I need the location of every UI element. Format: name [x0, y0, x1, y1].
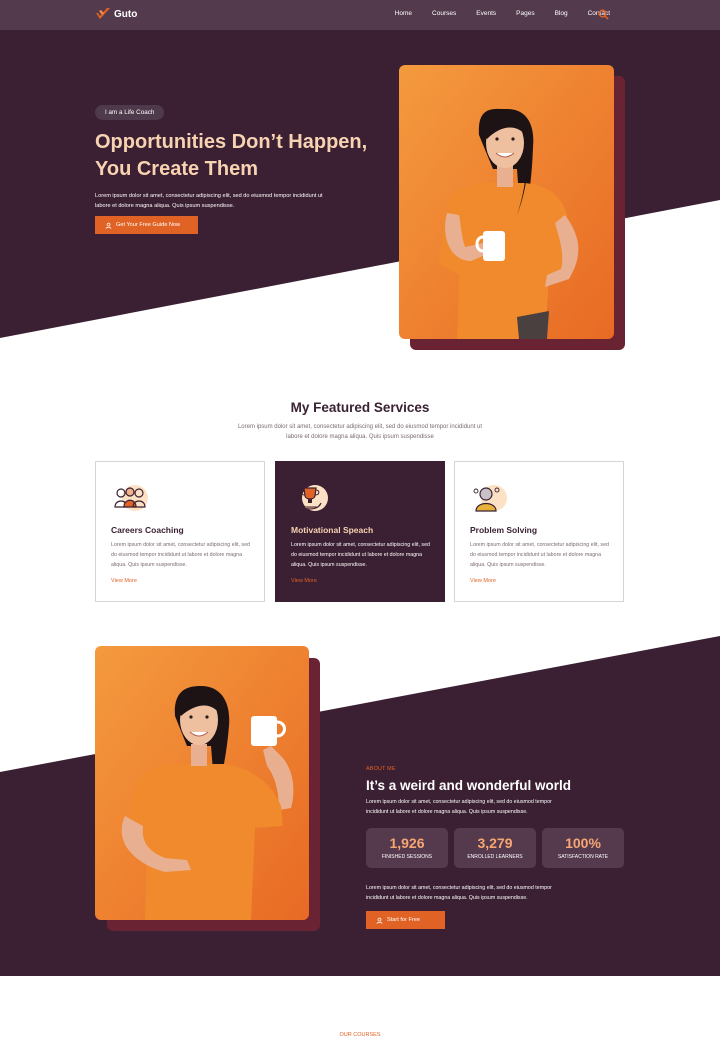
team-icon [114, 485, 148, 511]
start-for-free-label: Start for Free [387, 917, 420, 923]
stats-row: 1,926 FINISHED SESSIONS 3,279 ENROLLED L… [366, 828, 624, 868]
stat-enrolled-learners: 3,279 ENROLLED LEARNERS [454, 828, 536, 868]
hero-badge: I am a Life Coach [95, 105, 165, 120]
search-icon[interactable] [598, 9, 609, 20]
get-free-guide-button[interactable]: Get Your Free Guide Now [95, 216, 198, 234]
services-header: My Featured Services Lorem ipsum dolor s… [0, 400, 720, 442]
stat-label: FINISHED SESSIONS [381, 854, 433, 860]
service-card-motivational[interactable]: Motivational Speach Lorem ipsum dolor si… [275, 461, 445, 602]
service-card-title: Problem Solving [470, 525, 538, 535]
get-free-guide-label: Get Your Free Guide Now [116, 222, 181, 228]
services-title: My Featured Services [290, 400, 430, 415]
user-icon [105, 222, 112, 229]
services-subtitle: Lorem ipsum dolor sit amet, consectetur … [237, 424, 483, 440]
courses-kicker: OUR COURSES [339, 1032, 381, 1038]
hero-photo [399, 65, 614, 339]
logo[interactable]: Guto [95, 7, 137, 21]
woman-with-mug-image [399, 65, 614, 339]
hero-description: Lorem ipsum dolor sit amet, consectetur … [95, 193, 323, 209]
logo-text: Guto [114, 8, 138, 20]
nav-pages[interactable]: Pages [516, 10, 534, 17]
service-card-title: Careers Coaching [111, 525, 184, 535]
stat-label: SATISFACTION RATE [557, 854, 609, 860]
start-for-free-button[interactable]: Start for Free [366, 911, 445, 929]
thinking-person-icon [473, 485, 507, 512]
stat-value: 3,279 [477, 835, 513, 851]
about-description: Lorem ipsum dolor sit amet, consectetur … [366, 799, 552, 815]
stat-value: 1,926 [389, 835, 425, 851]
site-header: Guto Home Courses Events Pages Blog Cont… [0, 0, 720, 30]
service-card-text: Lorem ipsum dolor sit amet, consectetur … [470, 542, 609, 568]
stat-satisfaction-rate: 100% SATISFACTION RATE [542, 828, 624, 868]
service-card-careers[interactable]: Careers Coaching Lorem ipsum dolor sit a… [95, 461, 265, 602]
service-card-text: Lorem ipsum dolor sit amet, consectetur … [111, 542, 250, 568]
service-card-title: Motivational Speach [291, 525, 374, 535]
about-title: It’s a weird and wonderful world [366, 778, 572, 793]
nav-blog[interactable]: Blog [555, 10, 568, 17]
woman-raising-mug-image [95, 646, 309, 920]
nav-courses[interactable]: Courses [432, 10, 456, 17]
view-more-link[interactable]: View More [291, 578, 429, 584]
about-content: ABOUT ME It’s a weird and wonderful worl… [366, 766, 626, 817]
main-nav: Home Courses Events Pages Blog Contact [395, 10, 610, 17]
stat-label: ENROLLED LEARNERS [467, 854, 523, 860]
nav-events[interactable]: Events [476, 10, 496, 17]
hero-content: I am a Life Coach Opportunities Don’t Ha… [95, 101, 375, 211]
service-card-text: Lorem ipsum dolor sit amet, consectetur … [291, 542, 430, 568]
hero-title: Opportunities Don’t Happen, You Create T… [95, 131, 368, 180]
stat-value: 100% [565, 835, 601, 851]
nav-home[interactable]: Home [395, 10, 412, 17]
about-kicker: ABOUT ME [366, 766, 396, 772]
user-icon [376, 917, 383, 924]
view-more-link[interactable]: View More [470, 578, 608, 584]
trophy-icon [298, 485, 328, 511]
logo-icon [96, 8, 110, 19]
service-card-problem-solving[interactable]: Problem Solving Lorem ipsum dolor sit am… [454, 461, 624, 602]
about-description-2: Lorem ipsum dolor sit amet, consectetur … [366, 885, 552, 901]
stat-finished-sessions: 1,926 FINISHED SESSIONS [366, 828, 448, 868]
view-more-link[interactable]: View More [111, 578, 249, 584]
about-photo [95, 646, 309, 920]
